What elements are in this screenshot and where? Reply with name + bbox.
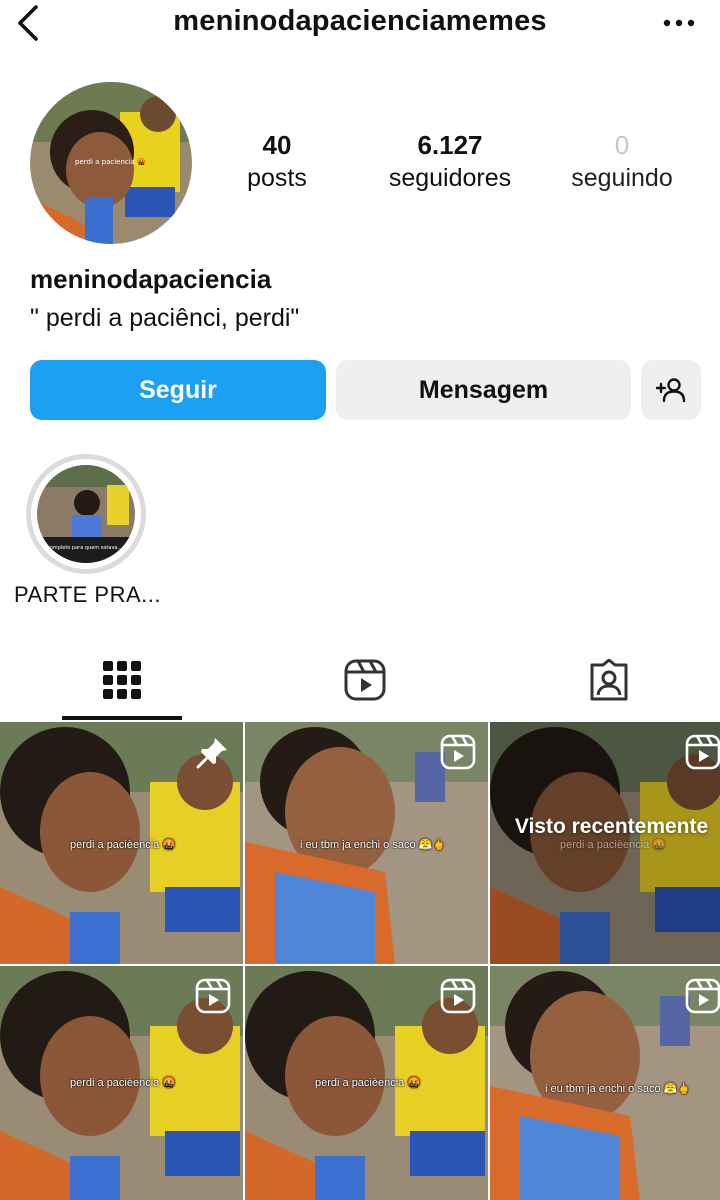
followers-count-label: seguidores xyxy=(388,164,512,192)
highlight-thumbnail: completo para quem estava... xyxy=(37,465,135,563)
avatar-caption: perdi a paciencia 🤬 xyxy=(75,157,146,166)
post-tile[interactable]: i eu tbm ja enchi o saco 😤🖕 xyxy=(245,722,488,964)
more-horizontal-icon[interactable] xyxy=(662,10,696,36)
post-tile[interactable]: i eu tbm ja enchi o saco 😤🖕 xyxy=(490,966,720,1200)
post-caption: perdi a pacièencia 🤬 xyxy=(70,839,177,851)
reels-icon xyxy=(685,734,720,770)
following-count[interactable]: 0 seguindo xyxy=(532,130,712,196)
posts-count-label: posts xyxy=(247,164,307,192)
post-tile[interactable]: perdi a pacièencia 🤬 Visto recentemente xyxy=(490,722,720,964)
profile-tabs xyxy=(0,640,720,722)
reels-icon xyxy=(440,978,476,1014)
highlight-label: PARTE PRA... xyxy=(13,582,161,607)
reels-icon xyxy=(440,734,476,770)
message-button[interactable]: Mensagem xyxy=(336,360,631,420)
post-tile[interactable]: perdi a pacièencia 🤬 xyxy=(0,966,243,1200)
post-tile[interactable]: perdi a pacièencia 🤬 xyxy=(245,966,488,1200)
tab-posts-grid[interactable] xyxy=(2,640,242,720)
following-count-label: seguindo xyxy=(571,164,673,192)
avatar[interactable]: perdi a paciencia 🤬 xyxy=(30,82,192,244)
posts-count[interactable]: 40 posts xyxy=(187,130,367,196)
tab-reels[interactable] xyxy=(245,640,485,720)
suggested-users-button[interactable] xyxy=(641,360,701,420)
reels-icon xyxy=(344,659,386,701)
display-name: meninodapaciencia xyxy=(30,264,272,294)
followers-count-value: 6.127 xyxy=(417,130,483,160)
followers-count[interactable]: 6.127 seguidores xyxy=(360,130,540,196)
add-user-icon xyxy=(656,378,686,403)
story-highlight[interactable]: completo para quem estava... xyxy=(26,454,146,574)
reels-icon xyxy=(195,978,231,1014)
reels-icon xyxy=(685,978,720,1014)
top-bar: meninodapacienciamemes xyxy=(0,0,720,46)
posts-count-value: 40 xyxy=(262,130,292,160)
post-tile[interactable]: perdi a pacièencia 🤬 xyxy=(0,722,243,964)
profile-username-title: meninodapacienciamemes xyxy=(173,5,547,37)
posts-grid: perdi a pacièencia 🤬 i eu tbm ja enchi o… xyxy=(0,722,720,1200)
bio: " perdi a paciênci, perdi" xyxy=(30,304,300,332)
highlight-caption: completo para quem estava... xyxy=(47,545,123,551)
post-caption: perdi a pacièencia 🤬 xyxy=(70,1077,177,1089)
grid-icon xyxy=(103,661,141,699)
pin-icon xyxy=(196,738,227,769)
post-caption: i eu tbm ja enchi o saco 😤🖕 xyxy=(300,839,447,851)
recently-viewed-label: Visto recentemente xyxy=(514,815,709,838)
following-count-value: 0 xyxy=(614,130,630,160)
post-caption: i eu tbm ja enchi o saco 😤🖕 xyxy=(545,1083,692,1095)
active-tab-indicator xyxy=(62,716,182,720)
tagged-icon xyxy=(590,659,628,701)
tab-tagged[interactable] xyxy=(489,640,720,720)
post-caption: perdi a pacièencia 🤬 xyxy=(315,1077,422,1089)
avatar-image: perdi a paciencia 🤬 xyxy=(30,82,192,244)
follow-button[interactable]: Seguir xyxy=(30,360,326,420)
